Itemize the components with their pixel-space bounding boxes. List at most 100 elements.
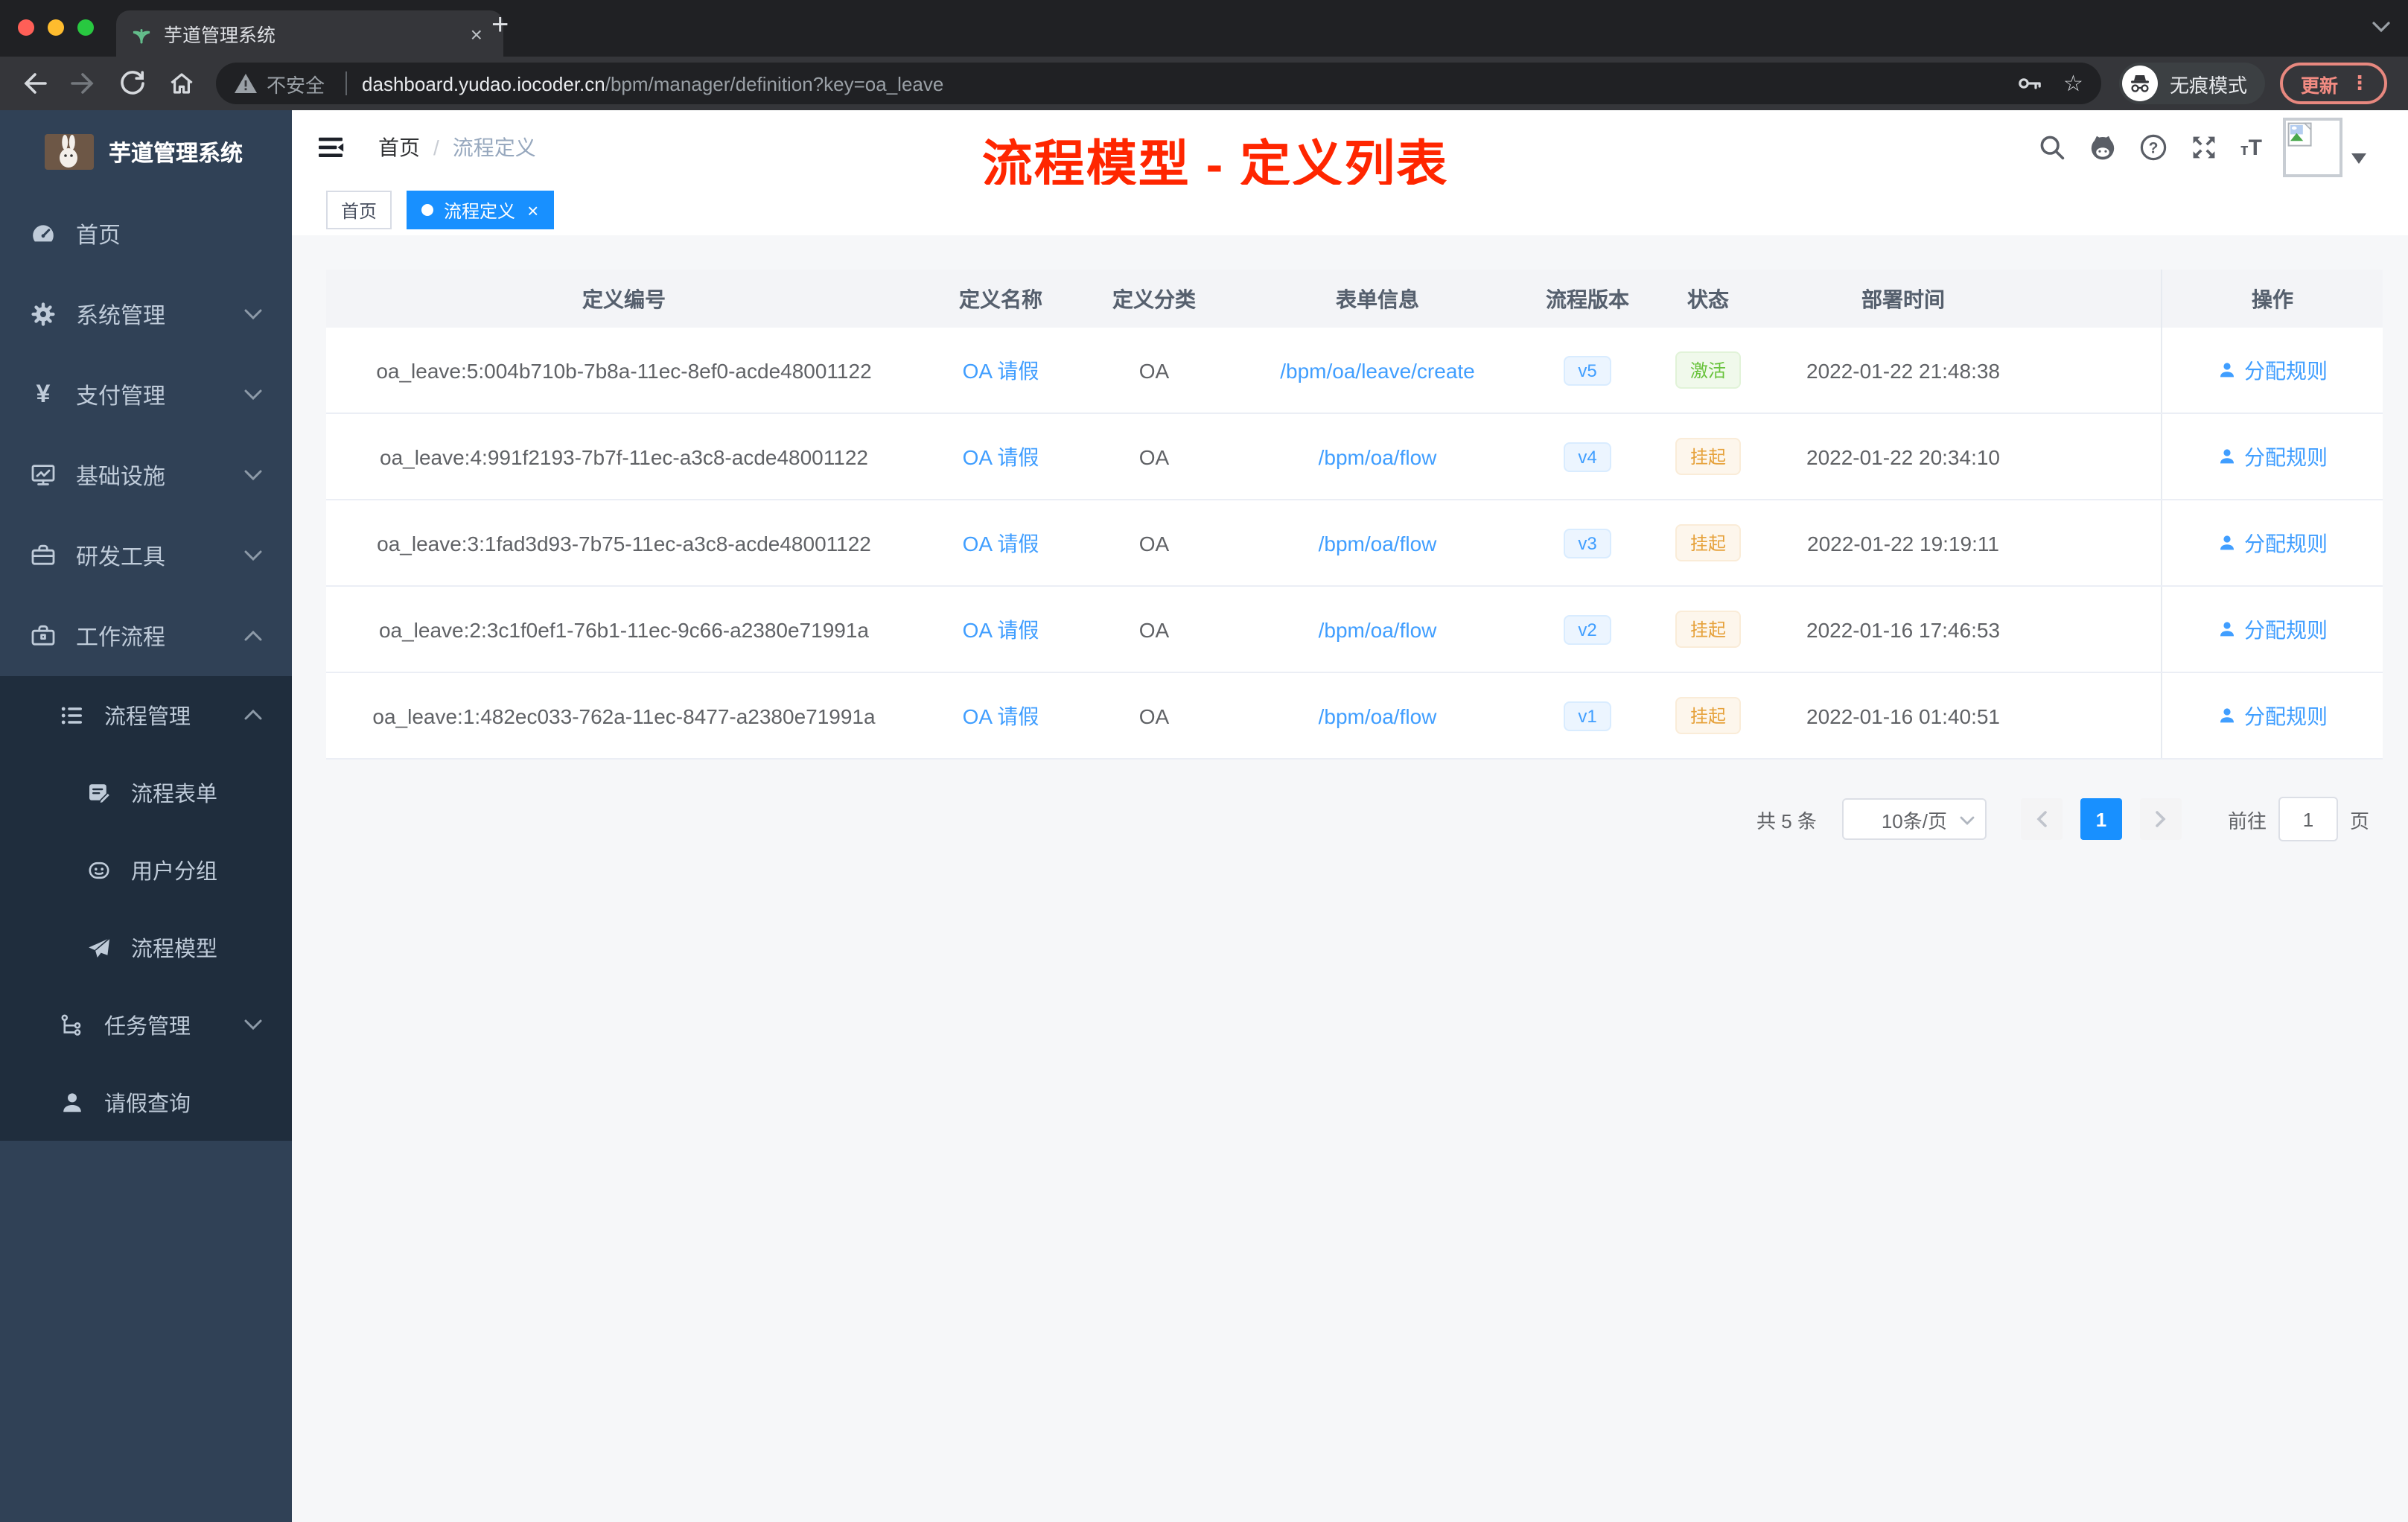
tab-close-icon[interactable]: × xyxy=(465,22,488,45)
sidebar-item-process-mgmt[interactable]: 流程管理 xyxy=(0,676,292,754)
tree-icon xyxy=(60,1012,85,1037)
definition-name-link[interactable]: OA 请假 xyxy=(963,528,1039,558)
form-link[interactable]: /bpm/oa/flow xyxy=(1319,704,1437,727)
sidebar-logo[interactable]: 芋道管理系统 xyxy=(0,110,292,194)
browser-tab[interactable]: 芋道管理系统 × xyxy=(116,10,503,57)
screen: 芋道管理系统 × + 不安全 dashboard.yudao.iocoder.c… xyxy=(0,0,2408,1522)
assign-rule-button[interactable]: 分配规则 xyxy=(2217,442,2328,471)
assign-rule-label: 分配规则 xyxy=(2244,617,2328,641)
tab-search-caret-icon[interactable] xyxy=(2372,21,2390,33)
definition-id: oa_leave:5:004b710b-7b8a-11ec-8ef0-acde4… xyxy=(376,358,872,382)
sidebar-item-workflow[interactable]: 工作流程 xyxy=(0,596,292,676)
sidebar-item-leave-query[interactable]: 请假查询 xyxy=(0,1063,292,1141)
sidebar-item-infra[interactable]: 基础设施 xyxy=(0,435,292,515)
window-minimize-button[interactable] xyxy=(48,19,64,36)
assign-rule-label: 分配规则 xyxy=(2244,531,2328,555)
back-icon[interactable] xyxy=(19,69,49,98)
sidebar-item-process-form[interactable]: 流程表单 xyxy=(0,754,292,831)
navbar: 首页 / 流程定义 流程模型 - 定义列表 ? тT xyxy=(292,110,2408,194)
table-row: oa_leave:1:482ec033-762a-11ec-8477-a2380… xyxy=(326,673,2383,760)
sidebar-item-label: 任务管理 xyxy=(104,1015,191,1039)
current-page-button[interactable]: 1 xyxy=(2080,798,2122,840)
chevron-down-icon xyxy=(244,550,262,561)
help-icon[interactable]: ? xyxy=(2139,133,2169,162)
font-size-icon[interactable]: тT xyxy=(2240,136,2262,159)
page-size-value: 10条/页 xyxy=(1881,809,1947,832)
definition-category: OA xyxy=(1138,704,1170,727)
window-close-button[interactable] xyxy=(18,19,34,36)
logo-bunny-image xyxy=(45,134,94,170)
table-row: oa_leave:4:991f2193-7b7f-11ec-a3c8-acde4… xyxy=(326,414,2383,500)
definition-name-link[interactable]: OA 请假 xyxy=(963,701,1039,730)
password-key-icon[interactable] xyxy=(2016,70,2042,97)
sidebar-item-label: 流程表单 xyxy=(131,783,217,806)
version-badge: v5 xyxy=(1563,355,1612,385)
select-caret-icon xyxy=(1960,816,1975,827)
sidebar-item-process-model[interactable]: 流程模型 xyxy=(0,908,292,986)
search-icon[interactable] xyxy=(2038,133,2068,162)
page-size-select[interactable]: 10条/页 xyxy=(1841,798,1987,840)
avatar[interactable] xyxy=(2283,118,2342,177)
avatar-caret-icon[interactable] xyxy=(2351,153,2366,163)
incognito-label: 无痕模式 xyxy=(2169,74,2247,96)
sidebar-item-label: 支付管理 xyxy=(76,383,166,409)
sidebar-collapse-icon[interactable] xyxy=(316,133,345,162)
assign-rule-label: 分配规则 xyxy=(2244,704,2328,727)
form-link[interactable]: /bpm/oa/leave/create xyxy=(1280,358,1475,382)
sidebar-item-dev-tools[interactable]: 研发工具 xyxy=(0,515,292,596)
tag-home[interactable]: 首页 xyxy=(326,191,392,229)
column-header: 状态 xyxy=(1687,287,1729,311)
monitor-icon xyxy=(30,462,57,488)
url-bar[interactable]: 不安全 dashboard.yudao.iocoder.cn/bpm/manag… xyxy=(216,63,2101,104)
definition-name-link[interactable]: OA 请假 xyxy=(963,442,1039,471)
form-link[interactable]: /bpm/oa/flow xyxy=(1319,617,1437,641)
tag-process-definition[interactable]: 流程定义 × xyxy=(407,191,554,229)
column-header: 操作 xyxy=(2161,270,2383,328)
assign-rule-button[interactable]: 分配规则 xyxy=(2217,528,2328,558)
forward-icon[interactable] xyxy=(69,69,98,98)
table-row: oa_leave:5:004b710b-7b8a-11ec-8ef0-acde4… xyxy=(326,328,2383,414)
assign-rule-button[interactable]: 分配规则 xyxy=(2217,355,2328,385)
assign-rule-button[interactable]: 分配规则 xyxy=(2217,614,2328,644)
form-link[interactable]: /bpm/oa/flow xyxy=(1319,531,1437,555)
definition-id: oa_leave:3:1fad3d93-7b75-11ec-a3c8-acde4… xyxy=(377,531,871,555)
breadcrumb-home[interactable]: 首页 xyxy=(378,133,420,162)
total-count: 共 5 条 xyxy=(1756,809,1817,832)
definition-name-link[interactable]: OA 请假 xyxy=(963,614,1039,644)
status-badge: 挂起 xyxy=(1675,697,1741,734)
sidebar-item-home[interactable]: 首页 xyxy=(0,194,292,274)
chevron-down-icon xyxy=(244,1019,262,1031)
tag-close-icon[interactable]: × xyxy=(527,199,538,221)
column-filler xyxy=(2039,270,2161,328)
assign-rule-button[interactable]: 分配规则 xyxy=(2217,701,2328,730)
form-link[interactable]: /bpm/oa/flow xyxy=(1319,445,1437,468)
reload-icon[interactable] xyxy=(118,69,147,98)
security-label[interactable]: 不安全 xyxy=(267,69,325,98)
sidebar-item-user-group[interactable]: 用户分组 xyxy=(0,831,292,908)
list-icon xyxy=(60,702,85,727)
chevron-down-icon xyxy=(244,389,262,401)
definition-id: oa_leave:1:482ec033-762a-11ec-8477-a2380… xyxy=(372,704,876,727)
browser-menu-icon[interactable]: ⋮ xyxy=(2350,71,2369,95)
briefcase-icon xyxy=(30,623,57,649)
bookmark-star-icon[interactable]: ☆ xyxy=(2063,70,2083,97)
prev-page-button[interactable] xyxy=(2020,798,2063,840)
definition-name-link[interactable]: OA 请假 xyxy=(963,355,1039,385)
sidebar-item-payment[interactable]: ¥ 支付管理 xyxy=(0,354,292,435)
sidebar-item-system[interactable]: 系统管理 xyxy=(0,274,292,354)
next-page-button[interactable] xyxy=(2139,798,2182,840)
active-dot xyxy=(421,204,434,216)
github-icon[interactable] xyxy=(2089,133,2118,162)
window-zoom-button[interactable] xyxy=(77,19,94,36)
gear-icon xyxy=(30,301,57,328)
sidebar-item-label: 用户分组 xyxy=(131,860,217,884)
fullscreen-icon[interactable] xyxy=(2190,133,2220,162)
status-badge: 激活 xyxy=(1675,351,1741,389)
new-tab-button[interactable]: + xyxy=(491,9,509,43)
goto-page-input[interactable] xyxy=(2278,797,2338,841)
sidebar-item-task-mgmt[interactable]: 任务管理 xyxy=(0,986,292,1063)
face-icon xyxy=(86,857,112,882)
definition-category: OA xyxy=(1138,358,1170,382)
chrome-update-button[interactable]: 更新 ⋮ xyxy=(2279,63,2387,104)
home-icon[interactable] xyxy=(167,69,197,98)
